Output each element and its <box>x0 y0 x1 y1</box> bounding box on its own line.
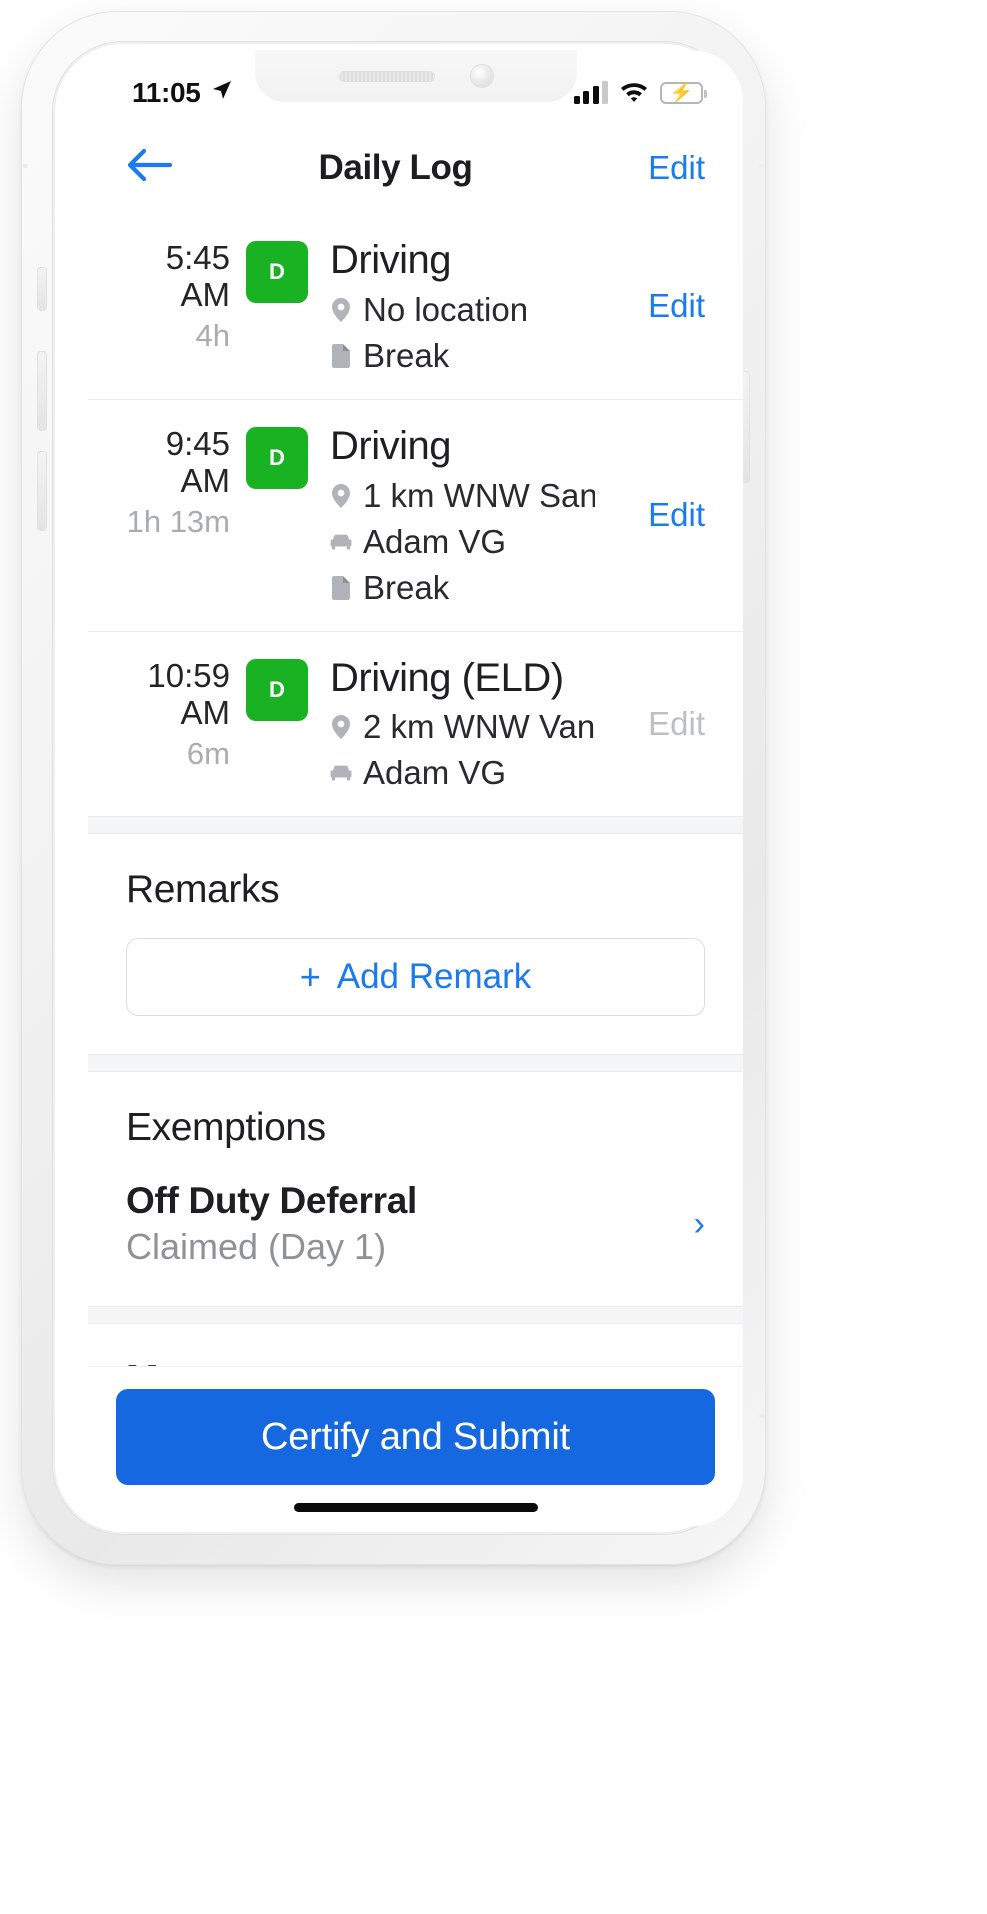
wifi-icon <box>619 79 649 107</box>
duty-status-badge: D <box>246 658 308 721</box>
table-row[interactable]: 9:45 AM 1h 13m D Driving 1 km WNW San Ad… <box>88 398 743 631</box>
map-pin-icon <box>330 715 352 740</box>
status-bar: 11:05 ⚡ <box>88 50 743 122</box>
table-row[interactable]: 5:45 AM 4h D Driving No location Break E… <box>88 214 743 399</box>
log-time-column: 5:45 AM 4h <box>114 238 246 356</box>
chevron-right-icon: › <box>693 1204 705 1243</box>
log-vehicle-text: Adam VG <box>363 754 507 792</box>
antenna-line <box>759 1414 765 1418</box>
table-row[interactable]: 10:59 AM 6m D Driving (ELD) 2 km WNW Van… <box>88 630 743 817</box>
log-time: 9:45 <box>165 424 230 462</box>
log-entries-card: 5:45 AM 4h D Driving No location Break E… <box>88 214 743 817</box>
battery-charging-icon: ⚡ <box>660 82 707 104</box>
log-duration: 6m <box>186 735 230 771</box>
status-time: 11:05 <box>132 77 201 108</box>
log-status-title: Driving (ELD) <box>330 655 564 700</box>
exemption-item-off-duty-deferral[interactable]: Off Duty Deferral Claimed (Day 1) › <box>126 1180 705 1268</box>
log-details: Driving 1 km WNW San Fran... <box>308 424 595 607</box>
exemption-status: Claimed (Day 1) <box>126 1226 387 1268</box>
log-status-title: Driving <box>330 238 451 282</box>
log-time: 5:45 <box>165 239 230 276</box>
section-divider <box>88 1306 743 1325</box>
status-bar-right: ⚡ <box>573 79 707 107</box>
log-ampm: AM <box>180 693 231 731</box>
antenna-line <box>22 1414 28 1418</box>
log-time-column: 9:45 AM 1h 13m <box>114 424 246 542</box>
exemption-texts: Off Duty Deferral Claimed (Day 1) <box>126 1180 682 1268</box>
nav-edit-button[interactable]: Edit <box>605 149 705 187</box>
exemptions-title: Exemptions <box>126 1106 326 1150</box>
log-ampm: AM <box>180 275 231 313</box>
navigation-bar: Daily Log Edit <box>88 122 743 214</box>
certify-and-submit-button[interactable]: Certify and Submit <box>116 1389 715 1485</box>
exemptions-section: Exemptions Off Duty Deferral Claimed (Da… <box>88 1072 743 1307</box>
log-time: 10:59 <box>147 656 230 694</box>
add-remark-label: Add Remark <box>336 957 532 997</box>
log-vehicle-text: Adam VG <box>363 522 507 560</box>
log-status-title: Driving <box>330 423 451 468</box>
log-location-text: 1 km WNW San Fran... <box>363 476 595 514</box>
log-time-column: 10:59 AM 6m <box>114 656 246 774</box>
volume-up-button[interactable] <box>38 352 46 430</box>
log-vehicle-row: Adam VG <box>330 754 595 792</box>
log-location-text: No location <box>363 290 529 328</box>
vehicle-icon <box>330 764 352 782</box>
phone-screen: 11:05 ⚡ Daily Log Edit 5:45 AM 4h D Driv… <box>88 50 743 1526</box>
log-note-text: Break <box>363 336 450 374</box>
volume-down-button[interactable] <box>38 452 46 530</box>
back-arrow-icon[interactable] <box>126 148 186 189</box>
log-details: Driving No location Break <box>308 238 595 375</box>
page-title: Daily Log <box>318 148 473 187</box>
home-indicator[interactable] <box>293 1503 538 1512</box>
row-edit-button[interactable]: Edit <box>595 496 705 534</box>
phone-device-frame: 11:05 ⚡ Daily Log Edit 5:45 AM 4h D Driv… <box>22 12 765 1564</box>
log-location-text: 2 km WNW Vancouv... <box>363 708 595 746</box>
antenna-line <box>759 164 765 168</box>
map-pin-icon <box>330 483 352 508</box>
vehicle-icon <box>330 533 352 551</box>
log-duration: 4h <box>195 317 230 353</box>
antenna-line <box>22 164 28 168</box>
exemption-name: Off Duty Deferral <box>126 1180 417 1222</box>
document-icon <box>330 343 352 368</box>
screenshot-root: 11:05 ⚡ Daily Log Edit 5:45 AM 4h D Driv… <box>0 0 987 1914</box>
log-note-row: Break <box>330 337 595 375</box>
bottom-action-bar: Certify and Submit <box>88 1367 743 1526</box>
remarks-title: Remarks <box>126 868 280 912</box>
cellular-signal-icon <box>573 81 608 104</box>
log-vehicle-row: Adam VG <box>330 523 595 561</box>
log-note-row: Break <box>330 569 595 607</box>
log-location-row: No location <box>330 291 595 329</box>
log-location-row: 2 km WNW Vancouv... <box>330 708 595 746</box>
row-edit-button[interactable]: Edit <box>595 287 705 325</box>
add-remark-button[interactable]: + Add Remark <box>126 938 705 1017</box>
duty-status-badge: D <box>246 426 308 489</box>
location-arrow-icon <box>210 77 234 109</box>
plus-icon: + <box>299 956 321 998</box>
silent-switch[interactable] <box>38 268 46 310</box>
log-note-text: Break <box>363 568 450 606</box>
section-divider <box>88 1054 743 1073</box>
section-divider <box>88 816 743 835</box>
log-location-row: 1 km WNW San Fran... <box>330 477 595 515</box>
row-edit-button: Edit <box>648 704 705 742</box>
remarks-section: Remarks + Add Remark <box>88 834 743 1055</box>
map-pin-icon <box>330 297 352 322</box>
log-duration: 1h 13m <box>126 503 230 539</box>
log-details: Driving (ELD) 2 km WNW Vancouv... <box>308 656 595 793</box>
duty-status-badge: D <box>246 241 308 303</box>
status-bar-left: 11:05 <box>132 77 234 109</box>
scroll-content[interactable]: 5:45 AM 4h D Driving No location Break E… <box>88 214 743 1526</box>
document-icon <box>330 575 352 600</box>
log-ampm: AM <box>180 461 231 499</box>
